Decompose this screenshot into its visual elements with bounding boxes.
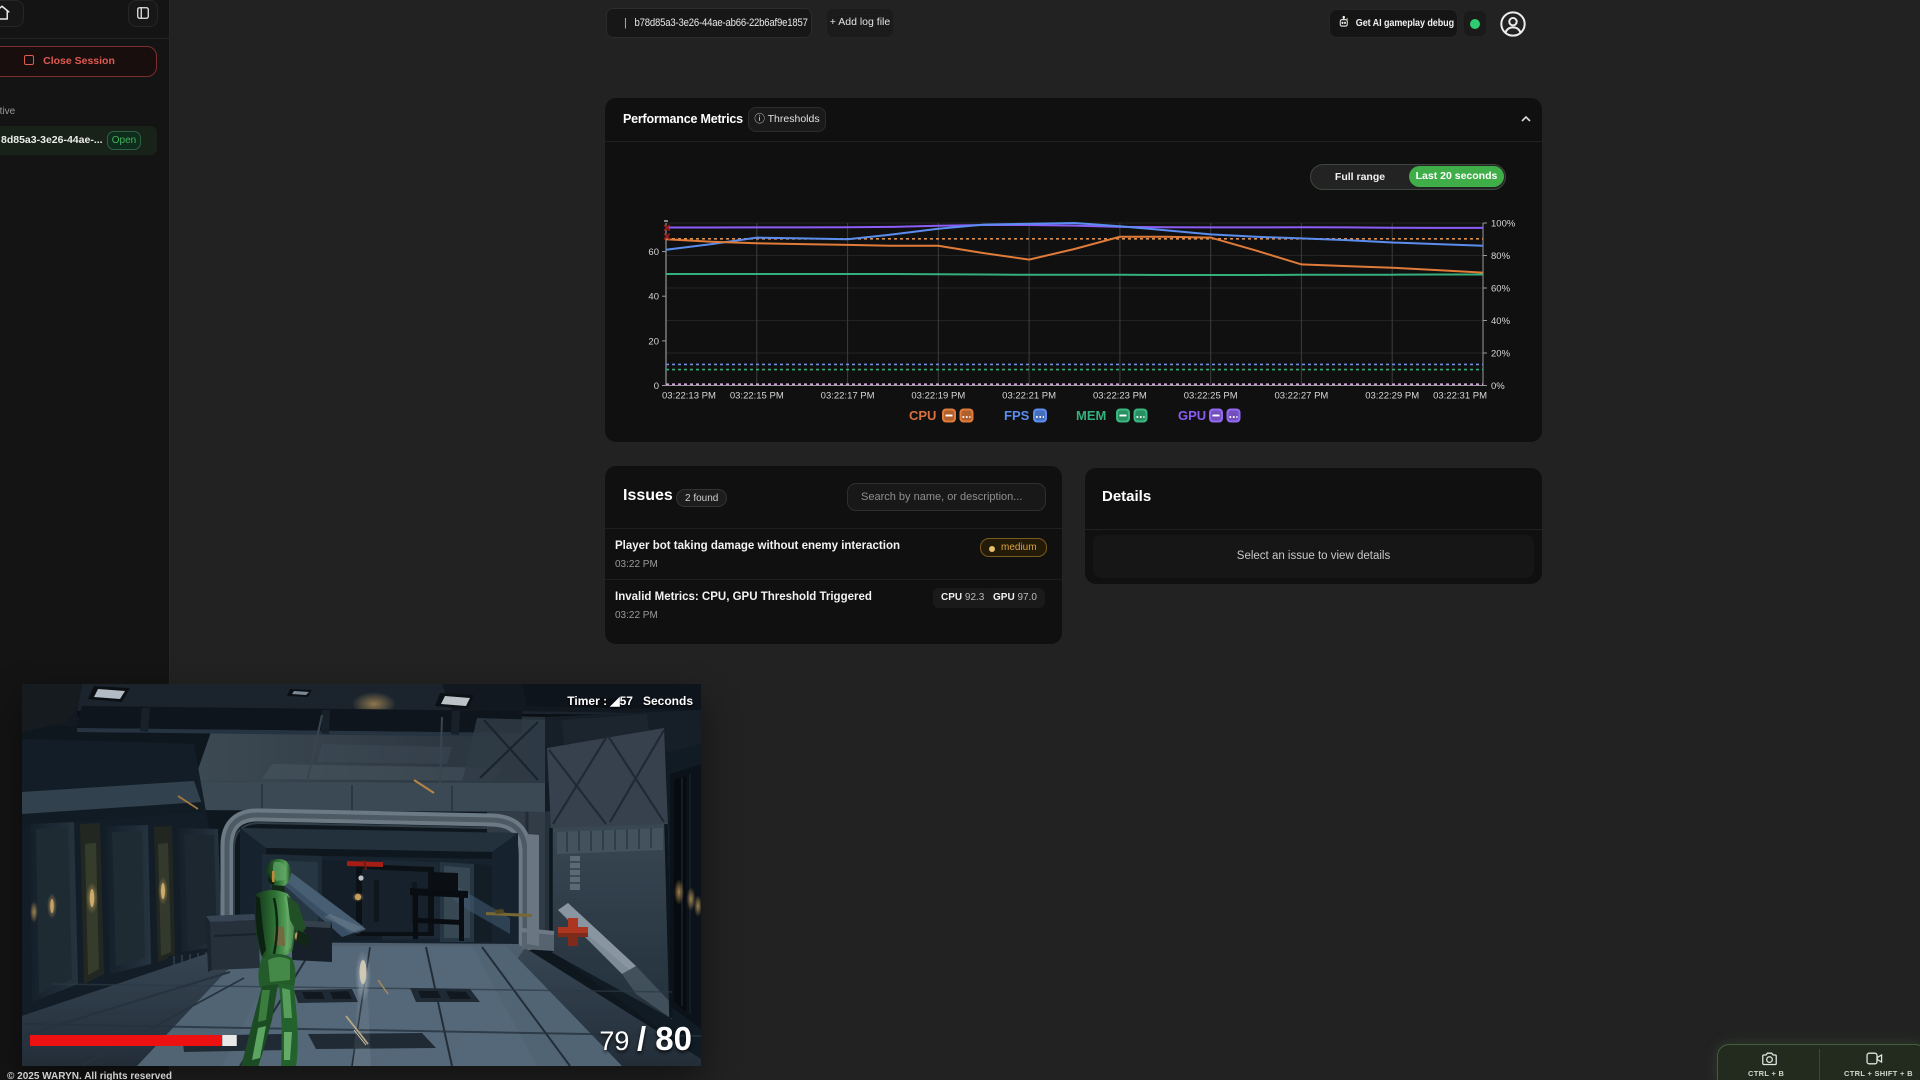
svg-text:FPS: FPS: [1004, 408, 1030, 423]
svg-text:80%: 80%: [1491, 251, 1511, 262]
svg-text:03:22:19 PM: 03:22:19 PM: [911, 391, 965, 402]
svg-text:03:22:25 PM: 03:22:25 PM: [1184, 391, 1238, 402]
svg-text:GPU: GPU: [1178, 408, 1206, 423]
svg-text:20: 20: [648, 336, 659, 347]
svg-text:03:22:17 PM: 03:22:17 PM: [821, 391, 875, 402]
svg-text:0: 0: [654, 381, 659, 392]
svg-text:03:22:27 PM: 03:22:27 PM: [1274, 391, 1328, 402]
svg-text:100%: 100%: [1491, 219, 1516, 230]
svg-text:03:22:21 PM: 03:22:21 PM: [1002, 391, 1056, 402]
svg-text:40%: 40%: [1491, 316, 1511, 327]
svg-text:MEM: MEM: [1076, 408, 1106, 423]
svg-text:03:22:15 PM: 03:22:15 PM: [730, 391, 784, 402]
svg-text:03:22:29 PM: 03:22:29 PM: [1365, 391, 1419, 402]
svg-text:40: 40: [648, 292, 659, 303]
svg-text:20%: 20%: [1491, 349, 1511, 360]
svg-text:60%: 60%: [1491, 284, 1511, 295]
svg-text:0%: 0%: [1491, 381, 1505, 392]
svg-text:CPU: CPU: [909, 408, 936, 423]
svg-text:03:22:23 PM: 03:22:23 PM: [1093, 391, 1147, 402]
svg-text:60: 60: [648, 247, 659, 258]
svg-text:03:22:13 PM: 03:22:13 PM: [662, 391, 716, 402]
svg-text:03:22:31 PM: 03:22:31 PM: [1433, 391, 1487, 402]
